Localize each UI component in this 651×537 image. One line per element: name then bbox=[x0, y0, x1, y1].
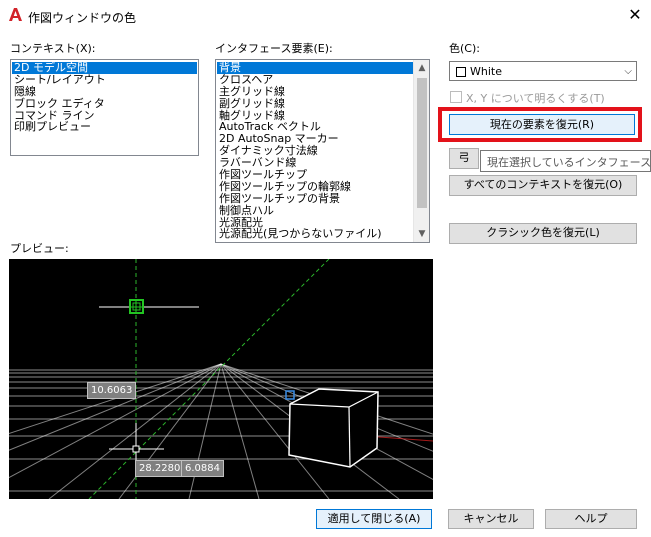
context-list-item[interactable]: 隠線 bbox=[12, 85, 197, 98]
color-label: 色(C): bbox=[449, 42, 480, 55]
tint-xy-label: X, Y について明るくする(T) bbox=[466, 92, 605, 105]
interface-element-list-item[interactable]: 主グリッド線 bbox=[217, 85, 413, 98]
context-listbox[interactable]: 2D モデル空間 シート/レイアウト 隠線 ブロック エディタ コマンド ライン 印刷プレ… bbox=[10, 59, 199, 156]
color-swatch bbox=[456, 67, 466, 77]
color-select[interactable]: White ⌵ bbox=[449, 61, 637, 81]
context-list-item[interactable]: 印刷プレビュー bbox=[12, 121, 197, 133]
title-bar: 作図ウィンドウの色 ✕ bbox=[0, 0, 651, 30]
context-label: コンテキスト(X): bbox=[10, 42, 96, 55]
interface-element-list-item[interactable]: 光源配光(見つからないファイル) bbox=[217, 228, 413, 240]
scroll-down-icon[interactable]: ▼ bbox=[414, 226, 429, 242]
close-button[interactable]: ✕ bbox=[620, 4, 650, 26]
scroll-up-icon[interactable]: ▲ bbox=[414, 60, 429, 76]
interface-element-list-item[interactable]: 作図ツールチップの背景 bbox=[217, 192, 413, 205]
preview-label: プレビュー: bbox=[10, 242, 69, 255]
restore-current-element-button[interactable]: 現在の要素を復元(R) bbox=[449, 114, 635, 135]
apply-and-close-button[interactable]: 適用して閉じる(A) bbox=[316, 509, 432, 529]
restore-classic-colors-button[interactable]: クラシック色を復元(L) bbox=[449, 223, 637, 244]
interface-element-list-item[interactable]: クロスヘア bbox=[217, 73, 413, 86]
autocad-app-icon bbox=[9, 8, 22, 21]
window-title: 作図ウィンドウの色 bbox=[28, 11, 137, 25]
chevron-down-icon: ⌵ bbox=[624, 66, 632, 77]
context-list-item[interactable]: ブロック エディタ bbox=[12, 97, 197, 110]
cancel-button[interactable]: キャンセル bbox=[448, 509, 534, 529]
dimension-readout-left: 28.2280 bbox=[135, 460, 185, 477]
tooltip: 現在選択しているインタフェース要素 bbox=[480, 150, 651, 172]
context-list-item[interactable]: シート/レイアウト bbox=[12, 73, 197, 86]
help-button[interactable]: ヘルプ bbox=[545, 509, 637, 529]
interface-list-scrollbar[interactable]: ▲ ▼ bbox=[413, 60, 429, 242]
interface-element-list-item[interactable]: 作図ツールチップの輪郭線 bbox=[217, 180, 413, 193]
restore-all-contexts-button[interactable]: すべてのコンテキストを復元(O) bbox=[449, 175, 637, 196]
restore-current-context-button[interactable]: 弓 bbox=[449, 148, 479, 169]
color-select-value: White bbox=[470, 65, 502, 78]
close-icon: ✕ bbox=[628, 5, 642, 24]
tint-xy-checkbox[interactable] bbox=[450, 91, 462, 103]
dimension-readout-top: 10.6063 bbox=[87, 382, 137, 399]
interface-element-listbox[interactable]: 背景 クロスヘア 主グリッド線 副グリッド線 軸グリッド線 AutoTrack ベクトル 2… bbox=[215, 59, 430, 243]
scroll-thumb[interactable] bbox=[417, 78, 427, 208]
dimension-readout-right: 6.0884 bbox=[181, 460, 224, 477]
interface-element-label: インタフェース要素(E): bbox=[215, 42, 333, 55]
preview-canvas: 10.6063 28.2280 6.0884 bbox=[9, 259, 433, 499]
interface-element-list-item[interactable]: 副グリッド線 bbox=[217, 97, 413, 110]
interface-element-list-item[interactable]: 制御点ハル bbox=[217, 204, 413, 217]
